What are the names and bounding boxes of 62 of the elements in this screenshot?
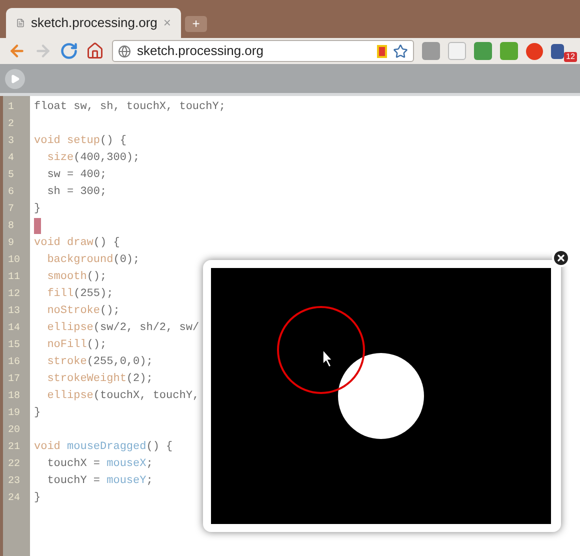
line-number: 11: [7, 271, 22, 285]
line-number: 8: [7, 220, 16, 234]
line-number: 5: [7, 169, 16, 183]
line-number: 10: [7, 254, 22, 268]
code-line: void setup() {: [34, 134, 126, 149]
code-line: touchX = mouseX;: [46, 457, 153, 472]
code-line: float sw, sh, touchX, touchY;: [34, 100, 226, 115]
code-line: smooth();: [46, 270, 107, 285]
back-icon[interactable]: [8, 42, 26, 60]
line-number: 13: [7, 305, 22, 319]
notification-badge: 12: [564, 52, 577, 62]
code-line: ellipse(sw/2, sh/2, sw/: [46, 321, 200, 336]
line-number: 23: [7, 475, 22, 489]
code-line: background(0);: [46, 253, 140, 268]
line-number: 15: [7, 339, 22, 353]
star-icon[interactable]: [393, 44, 408, 58]
url-text: sketch.processing.org: [137, 42, 264, 60]
home-icon[interactable]: [86, 42, 104, 60]
line-number: 1: [7, 101, 16, 115]
code-line: }: [34, 202, 41, 217]
code-line: stroke(255,0,0);: [46, 355, 153, 370]
close-icon: [556, 253, 566, 263]
line-number: 20: [7, 424, 22, 438]
code-line: sh = 300;: [46, 185, 107, 200]
code-line: noFill();: [46, 338, 107, 353]
tab-title: sketch.processing.org: [30, 14, 158, 32]
line-number: 18: [7, 390, 22, 404]
line-number: 12: [7, 288, 22, 302]
page-icon: [16, 16, 25, 30]
line-number: 4: [7, 152, 16, 166]
bookmark-icon[interactable]: [377, 44, 387, 58]
code-line: strokeWeight(2);: [46, 372, 153, 387]
mouse-pointer-icon: [322, 348, 333, 368]
line-number: 16: [7, 356, 22, 370]
line-number: 7: [7, 203, 16, 217]
line-number: 21: [7, 441, 22, 455]
line-number: 3: [7, 135, 16, 149]
code-line: void mouseDragged() {: [34, 440, 173, 455]
line-number: 17: [7, 373, 22, 387]
code-line: noStroke();: [46, 304, 120, 319]
play-button[interactable]: [5, 68, 25, 88]
code-line: touchY = mouseY;: [46, 474, 153, 489]
code-line: }: [34, 491, 41, 506]
line-number: 14: [7, 322, 22, 336]
close-popup-button[interactable]: [552, 249, 570, 267]
browser-tab[interactable]: sketch.processing.org ×: [6, 8, 181, 38]
line-number: 9: [7, 237, 16, 251]
line-number: 24: [7, 492, 22, 506]
line-number: 6: [7, 186, 16, 200]
reload-icon[interactable]: [60, 42, 78, 60]
line-number: 22: [7, 458, 22, 472]
line-number: 19: [7, 407, 22, 421]
code-line: fill(255);: [46, 287, 114, 302]
code-line: ellipse(touchX, touchY,: [46, 389, 200, 404]
globe-icon: [118, 44, 131, 58]
code-line: void draw() {: [34, 236, 120, 251]
code-line: sw = 400;: [46, 168, 107, 183]
code-line: }: [34, 406, 41, 421]
play-icon: [10, 74, 20, 84]
code-line: size(400,300);: [46, 151, 140, 166]
line-number: 2: [7, 118, 16, 132]
address-bar[interactable]: sketch.processing.org: [112, 40, 414, 62]
